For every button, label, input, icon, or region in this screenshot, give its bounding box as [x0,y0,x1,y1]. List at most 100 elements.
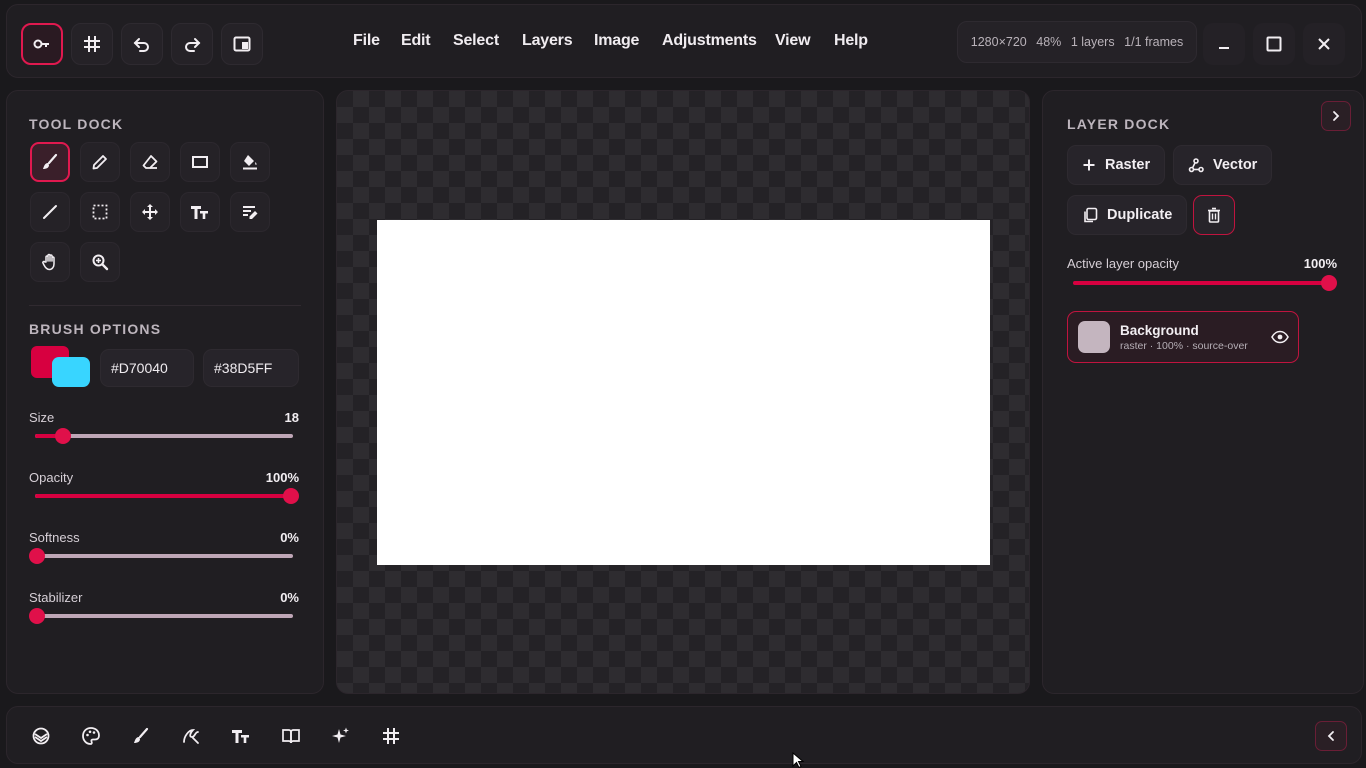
softness-slider[interactable] [29,548,293,564]
redo-button[interactable] [171,23,213,65]
panels-toggle-button[interactable] [221,23,263,65]
layer-count: 1 layers [1070,35,1115,49]
grid-panel-button[interactable] [371,716,411,756]
document-size: 1280×720 [970,35,1027,49]
ai-assist-button[interactable] [321,716,361,756]
tool-dock: TOOL DOCK BRUSH OPTIONS #D70040 #38D5FF … [6,90,324,694]
layer-row[interactable]: Background raster · 100% · source-over [1067,311,1299,363]
zoom-icon [92,254,109,271]
hand-icon [42,253,55,271]
eye-icon [1271,330,1289,344]
bottom-bar [6,706,1362,764]
layer-text: Background raster · 100% · source-over [1120,323,1262,352]
add-vector-layer-button[interactable]: Vector [1173,145,1273,185]
text-panel-button[interactable] [221,716,261,756]
tool-line[interactable] [30,192,70,232]
opacity-slider-thumb[interactable] [283,488,299,504]
duplicate-button-label: Duplicate [1107,207,1173,223]
minimize-button[interactable] [1203,23,1245,65]
active-layer-opacity-fill [1073,281,1329,285]
layers-icon [32,727,50,745]
close-button[interactable] [1303,23,1345,65]
active-layer-opacity-slider[interactable] [1073,275,1337,291]
palette-panel-button[interactable] [71,716,111,756]
tool-move[interactable] [130,192,170,232]
layer-visibility-toggle[interactable] [1262,330,1298,344]
collapse-layer-dock-button[interactable] [1321,101,1351,131]
menu-view[interactable]: View [775,32,811,50]
opacity-slider[interactable] [35,488,299,504]
chevron-right-icon [1333,111,1340,121]
tool-fill[interactable] [230,142,270,182]
document-canvas[interactable] [377,220,990,565]
fill-bucket-icon [243,155,257,170]
tool-hand[interactable] [30,242,70,282]
tool-brush[interactable] [30,142,70,182]
tool-dock-title: TOOL DOCK [29,116,124,132]
primary-hex-field[interactable]: #D70040 [100,349,194,387]
raster-button-label: Raster [1105,157,1151,173]
menu-help[interactable]: Help [834,32,868,50]
expand-panel-button[interactable] [1315,721,1347,751]
tool-zoom[interactable] [80,242,120,282]
canvas-viewport[interactable] [336,90,1030,694]
rectangle-icon [192,156,208,168]
menu-edit[interactable]: Edit [401,32,431,50]
menu-adjustments[interactable]: Adjustments [662,32,757,50]
secondary-hex-field[interactable]: #38D5FF [203,349,299,387]
line-icon [43,205,57,219]
app-logo-button[interactable] [21,23,63,65]
brush-panel-button[interactable] [121,716,161,756]
plus-icon [1083,159,1095,171]
grid-icon [84,36,100,52]
layers-panel-button[interactable] [21,716,61,756]
move-icon [142,204,158,220]
chevron-left-icon [1327,731,1334,741]
active-layer-opacity-label: Active layer opacity [1067,256,1179,271]
grid-icon [383,728,399,744]
tool-rectangle[interactable] [180,142,220,182]
undo-button[interactable] [121,23,163,65]
tool-dock-divider [29,305,301,306]
tool-eraser[interactable] [130,142,170,182]
library-icon [282,729,300,744]
secondary-color-swatch[interactable] [52,357,90,387]
eraser-icon [142,155,158,169]
brush-icon [134,727,149,743]
brush-options-title: BRUSH OPTIONS [29,321,162,337]
stabilizer-value: 0% [280,590,299,605]
menu-image[interactable]: Image [594,32,639,50]
softness-slider-thumb[interactable] [29,548,45,564]
pencil-icon [92,155,107,170]
top-bar: File Edit Select Layers Image Adjustment… [6,4,1362,78]
vector-panel-button[interactable] [171,716,211,756]
stabilizer-slider-thumb[interactable] [29,608,45,624]
opacity-value: 100% [265,470,299,485]
opacity-slider-fill [35,494,291,498]
size-slider-thumb[interactable] [55,428,72,444]
undo-icon [133,38,149,52]
tool-text[interactable] [180,192,220,232]
tool-pencil[interactable] [80,142,120,182]
duplicate-layer-button[interactable]: Duplicate [1067,195,1188,235]
add-raster-layer-button[interactable]: Raster [1067,145,1166,185]
vector-button-label: Vector [1213,157,1258,173]
layer-meta: raster · 100% · source-over [1120,339,1248,352]
menu-select[interactable]: Select [453,32,499,50]
layer-name: Background [1120,322,1199,338]
grid-toggle-button[interactable] [71,23,113,65]
menu-file[interactable]: File [353,32,380,50]
tool-marquee[interactable] [80,192,120,232]
maximize-button[interactable] [1253,23,1295,65]
close-icon [1318,38,1330,50]
active-layer-opacity-thumb[interactable] [1321,275,1337,291]
stabilizer-slider[interactable] [29,608,293,624]
size-slider[interactable] [35,428,293,444]
key-icon [33,39,49,49]
menu-layers[interactable]: Layers [522,32,573,50]
tool-text-edit[interactable] [230,192,270,232]
vector-icon [183,729,199,744]
delete-layer-button[interactable] [1193,195,1235,235]
brush-icon [43,153,58,169]
library-panel-button[interactable] [271,716,311,756]
